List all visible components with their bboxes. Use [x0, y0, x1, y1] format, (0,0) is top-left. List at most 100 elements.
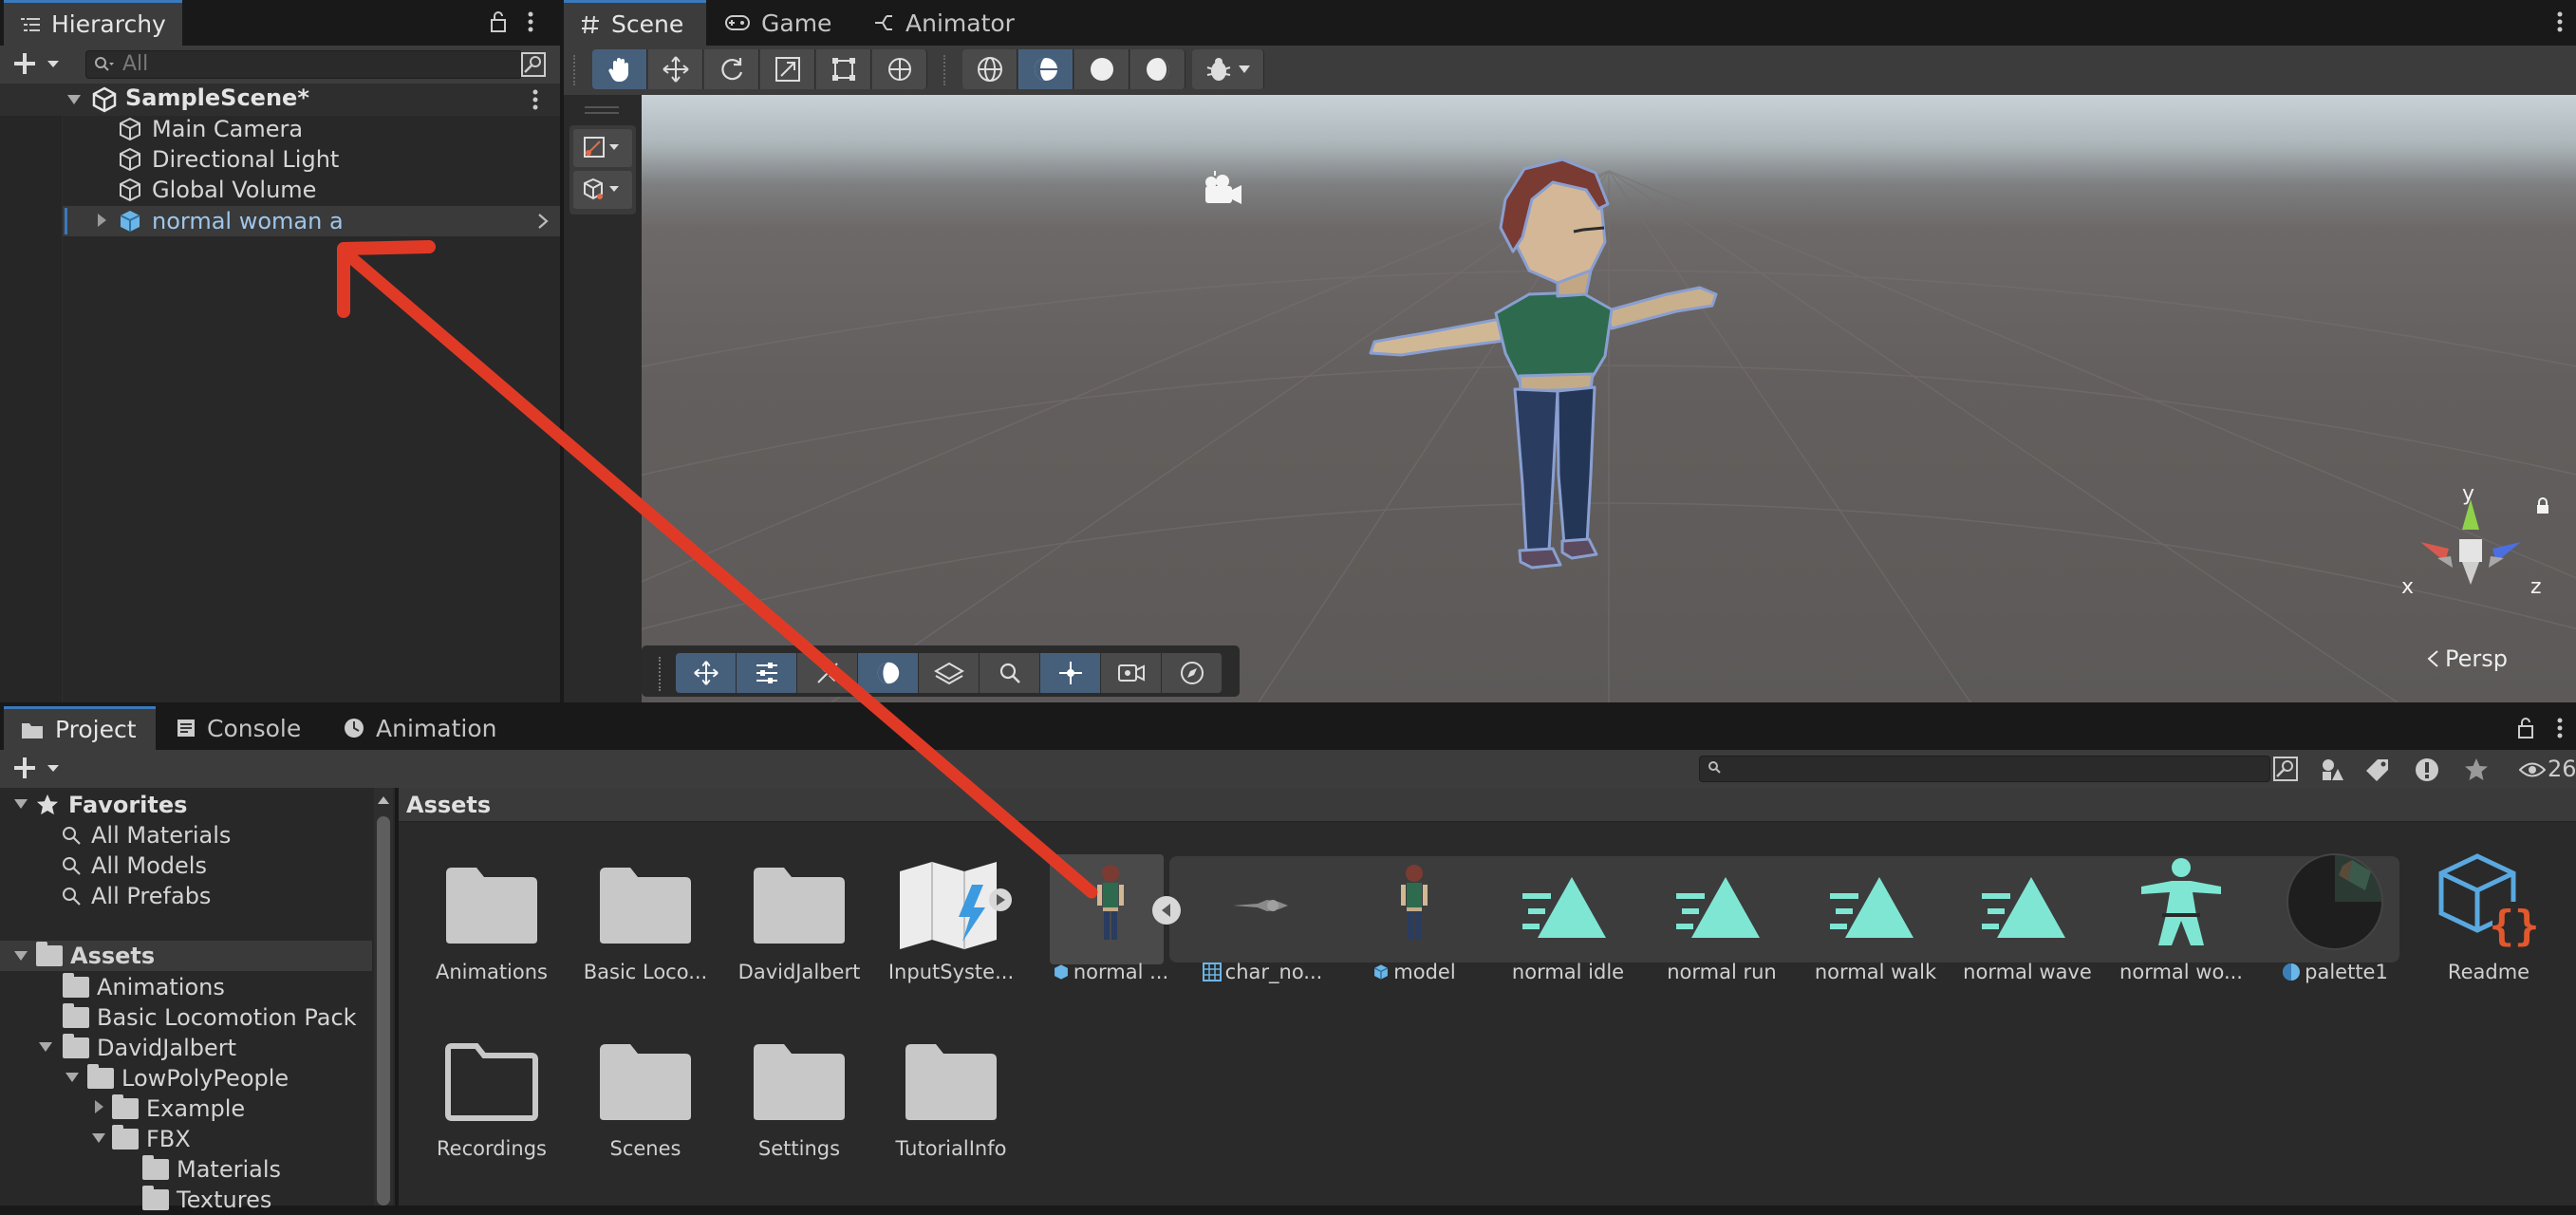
rect-tool-button[interactable]: [816, 49, 871, 89]
grid-snapping-button[interactable]: [573, 129, 632, 167]
overlay-move-button[interactable]: [676, 653, 737, 693]
asset-folder-davidjalbert[interactable]: DavidJalbert: [723, 866, 875, 999]
chevron-down-icon[interactable]: [13, 797, 28, 811]
overlay-fx-button[interactable]: [797, 653, 858, 693]
tree-materials[interactable]: Materials: [142, 1154, 281, 1185]
add-dropdown-button[interactable]: [13, 51, 65, 76]
tree-label: Basic Locomotion Pack: [97, 1004, 357, 1031]
scene-search-toggle-icon[interactable]: [520, 51, 547, 78]
scene-kebab-menu-icon[interactable]: [2557, 11, 2563, 32]
chevron-down-icon[interactable]: [66, 93, 82, 106]
overlay-pivot-button[interactable]: [1040, 653, 1101, 693]
tab-animation[interactable]: Animation: [327, 706, 507, 750]
log-filter-icon[interactable]: [2415, 757, 2439, 782]
tree-lowpolypeople[interactable]: LowPolyPeople: [87, 1063, 289, 1094]
project-search-field[interactable]: [1699, 756, 2270, 782]
chevron-down-icon[interactable]: [38, 1040, 53, 1054]
tree-animations[interactable]: Animations: [63, 972, 225, 1002]
unlit-button[interactable]: [1130, 49, 1185, 89]
filter-by-type-icon[interactable]: [2320, 757, 2344, 782]
shaded-button[interactable]: [1074, 49, 1129, 89]
tab-animator[interactable]: Animator: [856, 0, 1027, 46]
asset-input-system-actions[interactable]: InputSyste...: [875, 862, 1027, 999]
tree-textures[interactable]: Textures: [142, 1185, 271, 1215]
asset-clip-normal-walk[interactable]: normal walk: [1800, 866, 1951, 999]
breadcrumb-assets[interactable]: Assets: [406, 792, 491, 818]
asset-folder-scenes[interactable]: Scenes: [569, 1042, 721, 1175]
asset-clip-normal-wave[interactable]: normal wave: [1951, 866, 2103, 999]
tree-scrollbar[interactable]: [374, 788, 393, 1206]
create-dropdown-button[interactable]: [13, 756, 65, 780]
hand-tool-button[interactable]: [592, 49, 647, 89]
rotate-tool-button[interactable]: [704, 49, 759, 89]
tree-davidjalbert[interactable]: DavidJalbert: [63, 1033, 236, 1063]
projection-toggle[interactable]: Persp: [2426, 645, 2508, 672]
hierarchy-item-main-camera[interactable]: Main Camera: [118, 114, 303, 144]
asset-normal-woman-prefab[interactable]: normal ...: [1035, 865, 1186, 999]
tab-console[interactable]: Console: [159, 706, 321, 750]
kebab-menu-icon[interactable]: [528, 11, 533, 32]
chevron-right-icon[interactable]: [96, 213, 107, 228]
favorite-all-prefabs[interactable]: All Prefabs: [61, 881, 211, 911]
overlay-search-button[interactable]: [980, 653, 1040, 693]
asset-folder-tutorialinfo[interactable]: TutorialInfo: [875, 1042, 1027, 1175]
tab-scene[interactable]: Scene: [564, 0, 706, 46]
asset-folder-settings[interactable]: Settings: [723, 1042, 875, 1175]
gizmo-y-label: y: [2462, 482, 2475, 506]
overlay-camera-button[interactable]: [1101, 653, 1162, 693]
tree-example[interactable]: Example: [112, 1094, 245, 1124]
favorite-all-materials[interactable]: All Materials: [61, 820, 231, 850]
favorite-all-models[interactable]: All Models: [61, 850, 207, 881]
overlay-globe-button[interactable]: [858, 653, 919, 693]
project-kebab-icon[interactable]: [2557, 718, 2563, 738]
asset-material-palette1[interactable]: palette1: [2259, 853, 2411, 999]
wireframe-shading-button[interactable]: [962, 49, 1017, 89]
asset-folder-animations[interactable]: Animations: [416, 866, 568, 999]
open-prefab-arrow-icon[interactable]: [537, 213, 549, 230]
asset-avatar-normal-woman[interactable]: normal wo...: [2105, 858, 2257, 999]
project-lock-icon[interactable]: [2517, 718, 2534, 738]
hierarchy-item-directional-light[interactable]: Directional Light: [118, 144, 339, 175]
overlay-layers-button[interactable]: [919, 653, 980, 693]
overlay-compass-button[interactable]: [1162, 653, 1223, 693]
shaded-wireframe-button[interactable]: [1018, 49, 1073, 89]
eye-icon[interactable]: [2519, 761, 2546, 778]
move-tool-button[interactable]: [648, 49, 703, 89]
tab-game[interactable]: Game: [708, 0, 850, 46]
chevron-down-icon[interactable]: [13, 949, 28, 963]
tree-fbx[interactable]: FBX: [112, 1124, 191, 1154]
lock-icon[interactable]: [490, 11, 507, 32]
increment-snapping-button[interactable]: [573, 171, 632, 209]
favorite-star-icon[interactable]: [2464, 757, 2489, 782]
hierarchy-search-field[interactable]: All: [85, 50, 522, 79]
debug-draw-mode-button[interactable]: [1192, 49, 1264, 89]
tree-basic-locomotion-pack[interactable]: Basic Locomotion Pack: [63, 1002, 357, 1033]
tab-project[interactable]: Project: [4, 706, 156, 750]
collapse-prefab-button[interactable]: [1150, 894, 1183, 926]
scene-kebab-icon[interactable]: [532, 89, 538, 110]
scrollbar-thumb[interactable]: [377, 816, 390, 1206]
overlay-settings-button[interactable]: [737, 653, 797, 693]
search-by-scene-icon[interactable]: [2272, 756, 2299, 782]
gizmo-lock-icon[interactable]: [2536, 497, 2549, 514]
transform-tool-button[interactable]: [872, 49, 927, 89]
hierarchy-item-normal-woman-a[interactable]: normal woman a: [118, 206, 344, 236]
animation-clip-icon: [1522, 877, 1606, 938]
asset-model[interactable]: model: [1338, 865, 1490, 999]
scene-viewport[interactable]: y x z Persp: [642, 95, 2576, 702]
asset-clip-normal-run[interactable]: normal run: [1646, 866, 1798, 999]
scale-tool-button[interactable]: [760, 49, 815, 89]
asset-folder-basic-locomotion[interactable]: Basic Loco...: [569, 866, 721, 999]
chevron-right-icon[interactable]: [93, 1099, 104, 1114]
asset-folder-recordings[interactable]: Recordings: [416, 1042, 568, 1175]
chevron-down-icon[interactable]: [65, 1071, 80, 1084]
asset-clip-normal-idle[interactable]: normal idle: [1492, 866, 1644, 999]
chevron-down-icon[interactable]: [91, 1131, 106, 1145]
tree-assets-root[interactable]: Assets: [36, 941, 155, 971]
asset-readme[interactable]: {} Readme: [2413, 853, 2565, 999]
favorites-label[interactable]: Favorites: [68, 792, 187, 818]
filter-by-label-icon[interactable]: [2365, 757, 2390, 782]
asset-char-mesh[interactable]: char_no...: [1186, 866, 1338, 999]
hierarchy-item-global-volume[interactable]: Global Volume: [118, 175, 316, 205]
tab-hierarchy[interactable]: Hierarchy: [4, 0, 182, 46]
